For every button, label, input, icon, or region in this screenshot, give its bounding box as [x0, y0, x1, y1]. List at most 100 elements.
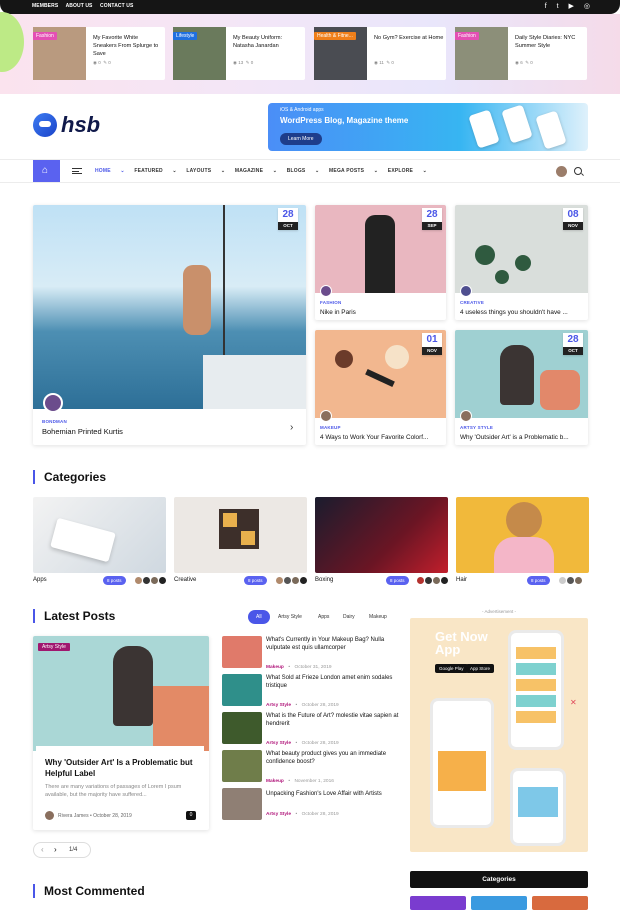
card-title[interactable]: 4 Ways to Work Your Favorite Colorf...	[320, 434, 428, 441]
hero-title[interactable]: Bohemian Printed Kurtis	[42, 427, 123, 436]
comment-count[interactable]: 0	[186, 811, 196, 820]
author-avatar[interactable]	[320, 410, 332, 422]
hamburger-menu-icon[interactable]	[72, 168, 82, 174]
nav-home[interactable]: HOME ⌄	[95, 168, 125, 174]
hero-main-card[interactable]: BONDMAN Bohemian Printed Kurtis ›	[33, 205, 306, 445]
chevron-right-icon[interactable]: ›	[290, 422, 293, 433]
filter-apps[interactable]: Apps	[318, 614, 329, 620]
list-image	[222, 750, 262, 782]
learn-more-button[interactable]: Learn More	[280, 133, 322, 145]
trending-title[interactable]: No Gym? Exercise at Home	[374, 34, 444, 42]
instagram-icon[interactable]: ◎	[584, 3, 590, 10]
phone-screen	[516, 647, 556, 727]
list-title[interactable]: What is the Future of Art? molestie vita…	[266, 712, 401, 728]
filter-makeup[interactable]: Makeup	[369, 614, 387, 620]
ad-label: - Advertisement -	[481, 609, 516, 614]
card-category[interactable]: CREATIVE	[460, 300, 484, 305]
trending-card[interactable]: Fashion Daily Style Diaries: NYC Summer …	[455, 27, 587, 80]
avatar	[299, 576, 308, 585]
top-link-members[interactable]: MEMBERS	[32, 3, 58, 9]
trending-title[interactable]: Daily Style Diaries: NYC Summer Style	[515, 34, 585, 50]
filter-artsy-style[interactable]: Artsy Style	[278, 614, 302, 620]
author-avatar[interactable]	[320, 285, 332, 297]
phone-mockup	[535, 110, 567, 150]
chevron-left-icon[interactable]: ‹	[41, 845, 44, 854]
search-icon[interactable]	[574, 167, 582, 175]
trending-meta: ◉ 0 ✎ 0	[93, 60, 111, 65]
category-label[interactable]: Hair	[456, 577, 467, 583]
trending-title[interactable]: My Beauty Uniform: Natasha Janardan	[233, 34, 303, 50]
chevron-right-icon[interactable]: ›	[54, 845, 57, 854]
trending-meta: ◉ 6 ✎ 0	[515, 60, 533, 65]
nav-explore[interactable]: EXPLORE ⌄	[388, 168, 427, 174]
trending-card[interactable]: Health & Fitne... No Gym? Exercise at Ho…	[314, 27, 446, 80]
feature-meta: Rivera James • October 28, 2019	[58, 813, 132, 819]
trending-card[interactable]: Lifestyle My Beauty Uniform: Natasha Jan…	[173, 27, 305, 80]
trending-tag[interactable]: Lifestyle	[173, 32, 198, 40]
card-title[interactable]: Why 'Outsider Art' is a Problematic b...	[460, 434, 569, 441]
app-store-badge[interactable]: App Store	[466, 664, 495, 673]
header-banner-ad[interactable]: iOS & Android apps WordPress Blog, Magaz…	[268, 103, 588, 151]
google-play-badge[interactable]: Google Play	[435, 664, 468, 673]
banner-headline: WordPress Blog, Magazine theme	[280, 116, 409, 125]
author-avatar[interactable]	[460, 285, 472, 297]
card-decor	[365, 368, 395, 388]
card-title[interactable]: 4 useless things you shouldn't have ...	[460, 309, 568, 316]
trending-tag[interactable]: Fashion	[455, 32, 479, 40]
sidebar-category-tile[interactable]	[471, 896, 527, 910]
social-icons: f t ▶ ◎	[537, 2, 590, 10]
card-category[interactable]: ARTSY STYLE	[460, 425, 493, 430]
trending-card[interactable]: Fashion My Favorite White Sneakers From …	[33, 27, 165, 80]
latest-feature-card[interactable]: Artsy Style Why 'Outsider Art' Is a Prob…	[33, 636, 209, 830]
nav-featured[interactable]: FEATURED ⌄	[134, 168, 176, 174]
sidebar-category-tile[interactable]	[410, 896, 466, 910]
app-ad[interactable]: Get Now App Google Play App Store ✕	[410, 618, 588, 852]
category-image-apps[interactable]	[33, 497, 166, 573]
avatar	[440, 576, 449, 585]
home-button[interactable]: ⌂	[33, 160, 60, 182]
category-image-boxing[interactable]	[315, 497, 448, 573]
nav-border	[0, 159, 620, 160]
hero-category[interactable]: BONDMAN	[42, 419, 67, 424]
card-title[interactable]: Nike in Paris	[320, 309, 356, 316]
card-category[interactable]: MAKEUP	[320, 425, 341, 430]
frame-shape	[241, 531, 255, 545]
feature-title[interactable]: Why 'Outsider Art' Is a Problematic but …	[45, 757, 195, 779]
top-link-about[interactable]: ABOUT US	[66, 3, 93, 9]
top-link-contact[interactable]: CONTACT US	[100, 3, 133, 9]
feature-tag[interactable]: Artsy Style	[38, 643, 70, 651]
trending-meta: ◉ 11 ✎ 0	[374, 60, 394, 65]
list-title[interactable]: What beauty product gives you an immedia…	[266, 750, 401, 766]
sidebar-category-tile[interactable]	[532, 896, 588, 910]
nav-magazine[interactable]: MAGAZINE ⌄	[235, 168, 277, 174]
category-label[interactable]: Creative	[174, 577, 196, 583]
decor-x-icon: ✕	[570, 698, 577, 707]
trending-title[interactable]: My Favorite White Sneakers From Splurge …	[93, 34, 163, 58]
twitter-icon[interactable]: t	[557, 3, 559, 10]
list-image	[222, 636, 262, 668]
nav-mega-posts[interactable]: MEGA POSTS ⌄	[329, 168, 378, 174]
category-image-hair[interactable]	[456, 497, 589, 573]
nav-blogs[interactable]: BLOGS ⌄	[287, 168, 320, 174]
author-avatar[interactable]	[43, 393, 63, 413]
nav-border	[0, 182, 620, 183]
facebook-icon[interactable]: f	[545, 3, 547, 10]
author-avatar[interactable]	[460, 410, 472, 422]
author-avatar[interactable]	[45, 811, 54, 820]
list-title[interactable]: What Sold at Frieze London amet enim sod…	[266, 674, 401, 690]
trending-tag[interactable]: Health & Fitne...	[314, 32, 356, 40]
trending-tag[interactable]: Fashion	[33, 32, 57, 40]
filter-dairy[interactable]: Dairy	[343, 614, 355, 620]
card-category[interactable]: FASHION	[320, 300, 341, 305]
filter-all[interactable]: All	[248, 610, 270, 624]
list-title[interactable]: Unpacking Fashion's Love Affair with Art…	[266, 790, 401, 798]
nav-layouts[interactable]: LAYOUTS ⌄	[186, 168, 225, 174]
phone-mockup	[430, 698, 494, 828]
list-image	[222, 788, 262, 820]
category-image-creative[interactable]	[174, 497, 307, 573]
category-label[interactable]: Apps	[33, 577, 47, 583]
list-title[interactable]: What's Currently in Your Makeup Bag? Nul…	[266, 636, 401, 652]
user-avatar[interactable]	[556, 166, 567, 177]
youtube-icon[interactable]: ▶	[569, 3, 574, 10]
category-label[interactable]: Boxing	[315, 577, 333, 583]
